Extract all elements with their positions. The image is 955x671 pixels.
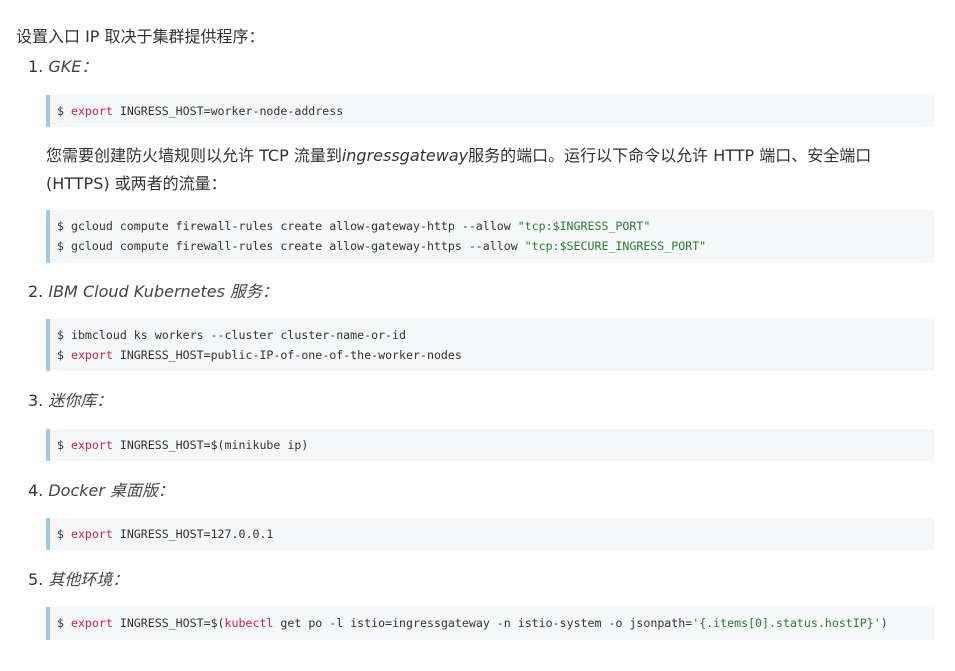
list-item-ibm-cloud: 2. IBM Cloud Kubernetes 服务： (28, 280, 278, 304)
item-title: GKE： (48, 57, 98, 76)
firewall-note: 您需要创建防火墙规则以允许 TCP 流量到ingressgateway服务的端口… (46, 146, 872, 193)
code-block[interactable]: $ ibmcloud ks workers --cluster cluster-… (46, 319, 934, 371)
code-line: $ export INGRESS_HOST=public-IP-of-one-o… (57, 348, 462, 362)
item-number: 4. (28, 481, 44, 500)
item-number: 5. (28, 570, 44, 589)
code-line: $ gcloud compute firewall-rules create a… (57, 219, 651, 233)
code-block[interactable]: $ export INGRESS_HOST=worker-node-addres… (46, 95, 934, 127)
list-item-minikube: 3. 迷你库： (28, 389, 112, 413)
code-block[interactable]: $ export INGRESS_HOST=$(kubectl get po -… (46, 607, 934, 640)
list-item-gke: 1. GKE： (28, 55, 97, 79)
code-block[interactable]: $ gcloud compute firewall-rules create a… (46, 210, 934, 263)
list-item-docker-desktop: 4. Docker 桌面版： (28, 479, 174, 503)
code-line: $ ibmcloud ks workers --cluster cluster-… (57, 328, 407, 342)
item-title: Docker 桌面版： (48, 481, 175, 500)
item-title: IBM Cloud Kubernetes 服务： (48, 282, 279, 301)
item-title: 其他环境： (48, 570, 129, 589)
code-line: $ export INGRESS_HOST=127.0.0.1 (57, 527, 274, 541)
code-line: $ gcloud compute firewall-rules create a… (57, 239, 707, 253)
list-item-other-env: 5. 其他环境： (28, 568, 128, 592)
code-line: $ export INGRESS_HOST=$(minikube ip) (57, 438, 309, 452)
item-number: 1. (28, 57, 44, 76)
code-block[interactable]: $ export INGRESS_HOST=127.0.0.1 (46, 518, 934, 550)
item-number: 2. (28, 282, 44, 301)
code-line: $ export INGRESS_HOST=worker-node-addres… (57, 104, 344, 118)
item-number: 3. (28, 391, 44, 410)
code-block[interactable]: $ export INGRESS_HOST=$(minikube ip) (46, 429, 934, 461)
item-title: 迷你库： (48, 391, 113, 410)
intro-text: 设置入口 IP 取决于集群提供程序： (16, 27, 265, 46)
code-line: $ export INGRESS_HOST=$(kubectl get po -… (57, 616, 888, 630)
